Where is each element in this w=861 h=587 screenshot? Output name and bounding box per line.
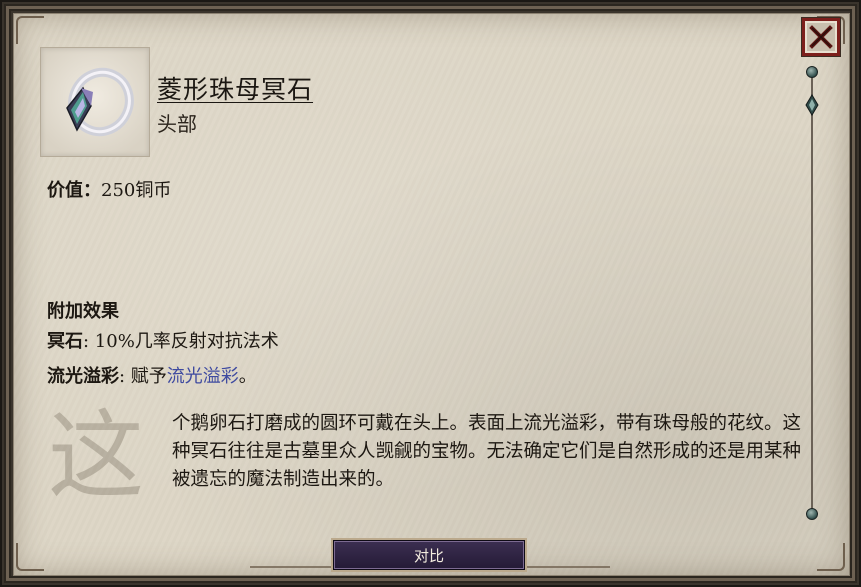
effect-row: 冥石: 10%几率反射对抗法术: [47, 327, 279, 353]
item-icon-slot: [40, 47, 150, 157]
scroll-down-icon[interactable]: [806, 508, 818, 520]
effect-text: 赋予: [130, 366, 167, 387]
effect-name: 冥石: [47, 331, 83, 352]
close-button[interactable]: X: [802, 18, 840, 56]
compare-button[interactable]: 对比: [333, 540, 525, 570]
corner-ornament: [16, 16, 44, 44]
effect-name: 流光溢彩: [47, 366, 119, 387]
effect-tail: 。: [238, 366, 257, 387]
ioun-stone-ring-icon: [66, 67, 134, 137]
effect-text: 10%几率反射对抗法术: [94, 331, 279, 352]
corner-ornament: [817, 543, 845, 571]
scroll-up-icon[interactable]: [806, 66, 818, 78]
effect-separator: :: [119, 366, 131, 387]
effect-link[interactable]: 流光溢彩: [167, 366, 239, 387]
scrollbar[interactable]: [805, 66, 819, 524]
close-icon: [809, 25, 833, 49]
item-description: 个鹅卵石打磨成的圆环可戴在头上。表面上流光溢彩，带有珠母般的花纹。这种冥石往往是…: [172, 413, 802, 490]
value-label: 价值：: [47, 180, 101, 201]
item-name: 菱形珠母冥石: [157, 75, 314, 104]
effect-row: 流光溢彩: 赋予流光溢彩。: [47, 362, 257, 388]
description-dropcap: 这: [48, 400, 144, 512]
item-value: 价值：250铜币: [47, 176, 171, 202]
value-amount: 250铜币: [101, 180, 172, 201]
effects-heading: 附加效果: [47, 301, 119, 322]
scrollbar-track: [811, 76, 813, 516]
item-slot: 头部: [157, 112, 197, 136]
corner-ornament: [16, 543, 44, 571]
effect-separator: :: [83, 331, 95, 352]
scrollbar-thumb[interactable]: [805, 94, 819, 116]
